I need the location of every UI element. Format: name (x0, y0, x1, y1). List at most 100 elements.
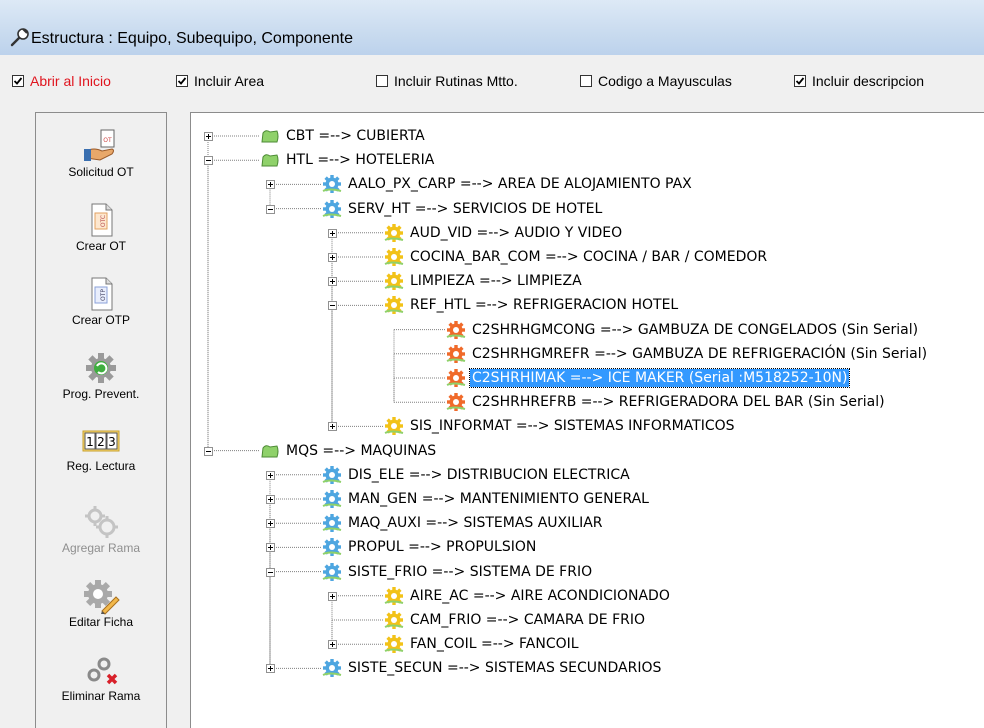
svg-text:3: 3 (108, 435, 116, 449)
subequipment-gear-icon (384, 611, 404, 629)
checkbox-incluir-area[interactable] (176, 75, 188, 87)
tree-node[interactable]: C2SHRHGMREFR =--> GAMBUZA DE REFRIGERACI… (446, 343, 929, 365)
subequipment-gear-icon (384, 417, 404, 436)
option-incluir-area[interactable]: Incluir Area (176, 73, 264, 89)
option-incluir-rutinas[interactable]: Incluir Rutinas Mtto. (376, 73, 518, 89)
expand-icon[interactable] (328, 422, 337, 432)
tree-node[interactable]: HTL =--> HOTELERIA (260, 149, 436, 171)
editar-ficha-button[interactable]: Editar Ficha (36, 577, 166, 629)
tree-node[interactable]: SERV_HT =--> SERVICIOS DE HOTEL (322, 198, 604, 220)
tree-node[interactable]: C2SHRHREFRB =--> REFRIGERADORA DEL BAR (… (446, 391, 887, 413)
crear-otp-label: Crear OTP (71, 313, 130, 327)
hand-ot-icon: OT (84, 129, 115, 161)
tree-node[interactable]: AIRE_AC =--> AIRE ACONDICIONADO (384, 585, 672, 607)
equipment-gear-icon (322, 199, 342, 218)
tree-node-label: C2SHRHGMCONG =--> GAMBUZA DE CONGELADOS … (472, 321, 919, 338)
expand-icon[interactable] (266, 519, 275, 529)
check-icon (13, 77, 23, 85)
tree-node[interactable]: REF_HTL =--> REFRIGERACION HOTEL (384, 294, 680, 316)
add-branch-gears-icon (85, 506, 118, 538)
agregar-rama-label: Agregar Rama (61, 541, 141, 555)
collapse-icon[interactable] (204, 156, 213, 166)
tree-node[interactable]: CAM_FRIO =--> CAMARA DE FRIO (384, 609, 647, 631)
prog-prevent-label: Prog. Prevent. (62, 387, 140, 401)
expand-icon[interactable] (266, 664, 275, 674)
expand-icon[interactable] (328, 591, 337, 601)
edit-gear-icon (84, 580, 120, 615)
equipment-gear-icon (322, 175, 342, 194)
tree-node[interactable]: PROPUL =--> PROPULSION (322, 536, 538, 558)
expand-icon[interactable] (204, 132, 213, 141)
tree-node[interactable]: DIS_ELE =--> DISTRIBUCION ELECTRICA (322, 464, 632, 486)
checkbox-codigo-mayusculas[interactable] (580, 75, 592, 87)
subequipment-gear-icon (384, 296, 404, 315)
expand-icon[interactable] (328, 228, 337, 238)
reg-lectura-button[interactable]: 1 2 3 Reg. Lectura (36, 429, 166, 473)
expand-icon[interactable] (266, 543, 275, 553)
tree-node[interactable]: C2SHRHGMCONG =--> GAMBUZA DE CONGELADOS … (446, 319, 920, 341)
equipment-gear-icon (322, 659, 342, 678)
eliminar-rama-button[interactable]: Eliminar Rama (36, 651, 166, 703)
document-ot-icon: OTC (91, 203, 113, 237)
equipment-gear-icon (322, 538, 342, 557)
option-label: Abrir al Inicio (30, 73, 111, 89)
crear-ot-button[interactable]: OTC Crear OT (36, 201, 166, 253)
svg-text:1: 1 (86, 435, 94, 449)
option-label: Incluir Area (194, 73, 265, 89)
tree-node[interactable]: MQS =--> MAQUINAS (260, 440, 438, 462)
tree-node-selected[interactable]: C2SHRHIMAK =--> ICE MAKER (Serial :M5182… (446, 367, 851, 389)
tree-node[interactable]: SISTE_FRIO =--> SISTEMA DE FRIO (322, 561, 594, 583)
option-abrir-al-inicio[interactable]: Abrir al Inicio (12, 73, 111, 89)
tree-node-label: SISTE_SECUN =--> SISTEMAS SECUNDARIOS (348, 660, 662, 677)
tree-node[interactable]: SISTE_SECUN =--> SISTEMAS SECUNDARIOS (322, 657, 663, 679)
options-bar: Abrir al Inicio Incluir Area Incluir Rut… (0, 55, 984, 105)
check-icon (795, 77, 805, 85)
area-icon (261, 444, 279, 458)
agregar-rama-button[interactable]: Agregar Rama (36, 503, 166, 555)
expand-icon[interactable] (328, 277, 337, 287)
tree-node-label: PROPUL =--> PROPULSION (348, 539, 537, 556)
tree-node-label: LIMPIEZA =--> LIMPIEZA (410, 273, 582, 290)
collapse-icon[interactable] (204, 446, 213, 456)
expand-icon[interactable] (328, 253, 337, 262)
area-icon (261, 130, 279, 143)
prog-prevent-button[interactable]: Prog. Prevent. (36, 349, 166, 401)
equipment-gear-icon (322, 490, 342, 508)
reg-lectura-label: Reg. Lectura (66, 459, 136, 473)
solicitud-ot-button[interactable]: OT Solicitud OT (36, 127, 166, 179)
structure-tree[interactable]: CBT =--> CUBIERTA HTL =--> HOTELERIA AALO_… (190, 112, 984, 728)
expand-icon[interactable] (266, 470, 275, 480)
option-codigo-mayusculas[interactable]: Codigo a Mayusculas (580, 73, 732, 89)
expand-icon[interactable] (266, 180, 275, 190)
area-icon (261, 154, 279, 167)
tree-node-label: AIRE_AC =--> AIRE ACONDICIONADO (410, 587, 670, 604)
tree-node[interactable]: MAQ_AUXI =--> SISTEMAS AUXILIAR (322, 512, 605, 534)
svg-text:OT: OT (103, 137, 112, 144)
tree-node[interactable]: FAN_COIL =--> FANCOIL (384, 633, 581, 655)
collapse-icon[interactable] (266, 567, 275, 577)
collapse-icon[interactable] (328, 301, 337, 311)
option-incluir-descripcion[interactable]: Incluir descripcion (794, 73, 924, 89)
crear-otp-button[interactable]: OTP Crear OTP (36, 275, 166, 327)
subequipment-gear-icon (384, 586, 404, 605)
checkbox-incluir-rutinas[interactable] (376, 75, 388, 87)
tree-node-label: C2SHRHREFRB =--> REFRIGERADORA DEL BAR (… (472, 394, 885, 411)
component-gear-icon (446, 344, 466, 363)
tree-node-label: CBT =--> CUBIERTA (286, 128, 425, 144)
option-label: Incluir descripcion (812, 73, 925, 89)
tree-node[interactable]: MAN_GEN =--> MANTENIMIENTO GENERAL (322, 488, 651, 510)
collapse-icon[interactable] (266, 204, 275, 214)
expand-icon[interactable] (328, 640, 337, 650)
checkbox-abrir-al-inicio[interactable] (12, 75, 24, 87)
expand-icon[interactable] (266, 495, 275, 504)
tree-node[interactable]: AALO_PX_CARP =--> AREA DE ALOJAMIENTO PA… (322, 173, 694, 195)
svg-text:2: 2 (97, 435, 105, 449)
tree-node[interactable]: AUD_VID =--> AUDIO Y VIDEO (384, 222, 624, 244)
equipment-gear-icon (322, 514, 342, 533)
tree-node[interactable]: LIMPIEZA =--> LIMPIEZA (384, 270, 584, 292)
tree-node[interactable]: COCINA_BAR_COM =--> COCINA / BAR / COMED… (384, 246, 769, 268)
checkbox-incluir-descripcion[interactable] (794, 75, 806, 87)
tree-node-label: MAQ_AUXI =--> SISTEMAS AUXILIAR (348, 515, 603, 532)
tree-node[interactable]: CBT =--> CUBIERTA (260, 125, 427, 147)
tree-node[interactable]: SIS_INFORMAT =--> SISTEMAS INFORMATICOS (384, 415, 737, 437)
